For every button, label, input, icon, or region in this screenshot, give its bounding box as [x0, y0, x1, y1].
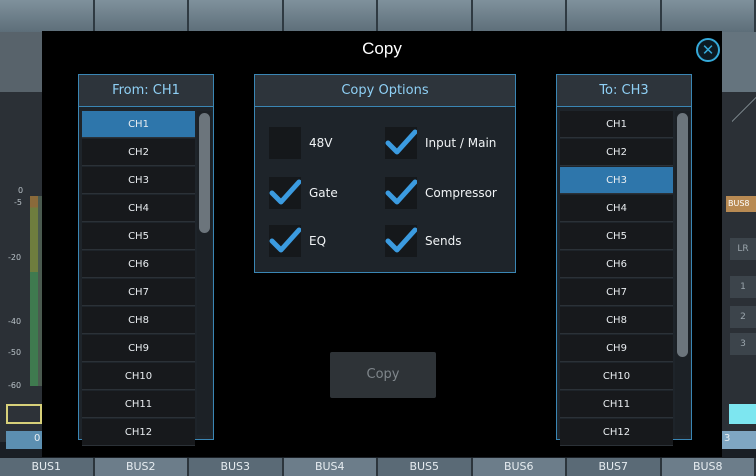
from-list-scrollbar[interactable] [197, 111, 212, 435]
from-channel-item[interactable]: CH1 [82, 111, 195, 138]
meter-scale-label: 0 [18, 186, 24, 195]
bus-tab[interactable]: BUS7 [567, 458, 662, 476]
from-channel-item[interactable]: CH10 [82, 363, 195, 390]
from-channel-item[interactable]: CH8 [82, 307, 195, 334]
bus-tab-bar: BUS1 BUS2 BUS3 BUS4 BUS5 BUS6 BUS7 BUS8 [0, 458, 756, 476]
option-label: EQ [309, 234, 327, 248]
background-channel-strip-header [0, 0, 756, 32]
checkbox-checked[interactable] [269, 177, 301, 209]
side-button-lr[interactable]: LR [730, 238, 756, 260]
option-gate[interactable]: Gate [269, 177, 338, 209]
from-channel-item[interactable]: CH7 [82, 279, 195, 306]
background-fader-box[interactable] [6, 404, 42, 424]
from-channel-item[interactable]: CH12 [82, 419, 195, 446]
side-button-2[interactable]: 2 [730, 306, 756, 328]
option-label: Input / Main [425, 136, 497, 150]
side-button-1[interactable]: 1 [730, 276, 756, 298]
to-channel-item[interactable]: CH2 [560, 139, 673, 166]
background-right-readout: 3 [724, 433, 731, 444]
background-value-readout: 0 [34, 433, 41, 444]
checkmark-icon [385, 129, 417, 155]
from-channel-item[interactable]: CH6 [82, 251, 195, 278]
copy-dialog: Copy ✕ From: CH1 CH1 CH2 CH3 CH4 CH5 CH6… [42, 31, 722, 457]
to-channel-item[interactable]: CH6 [560, 251, 673, 278]
checkbox-checked[interactable] [269, 225, 301, 257]
from-channel-item[interactable]: CH2 [82, 139, 195, 166]
to-channel-item[interactable]: CH8 [560, 307, 673, 334]
copy-options-panel: Copy Options 48V Input / Main Gate Compr… [254, 74, 516, 273]
to-panel-header: To: CH3 [557, 75, 691, 107]
to-scroll-thumb[interactable] [677, 113, 688, 357]
option-compressor[interactable]: Compressor [385, 177, 497, 209]
option-input-main[interactable]: Input / Main [385, 127, 496, 159]
level-meter [30, 196, 38, 386]
bus-tab[interactable]: BUS2 [94, 458, 189, 476]
from-channel-item[interactable]: CH9 [82, 335, 195, 362]
bus-tab[interactable]: BUS3 [189, 458, 284, 476]
checkmark-icon [269, 179, 301, 205]
from-channel-list: CH1 CH2 CH3 CH4 CH5 CH6 CH7 CH8 CH9 CH10… [82, 111, 195, 447]
dialog-title: Copy [362, 39, 402, 58]
option-label: Gate [309, 186, 338, 200]
options-panel-header: Copy Options [255, 75, 515, 107]
checkmark-icon [385, 227, 417, 253]
option-label: Compressor [425, 186, 497, 200]
bus8-tag: BUS8 [726, 196, 756, 212]
option-label: Sends [425, 234, 462, 248]
checkbox-checked[interactable] [385, 127, 417, 159]
from-panel-header: From: CH1 [79, 75, 213, 107]
to-channel-item[interactable]: CH1 [560, 111, 673, 138]
copy-button[interactable]: Copy [330, 352, 436, 398]
checkbox-checked[interactable] [385, 177, 417, 209]
meter-scale-label: -50 [8, 348, 22, 357]
to-channel-item[interactable]: CH4 [560, 195, 673, 222]
close-icon: ✕ [701, 41, 715, 59]
checkmark-icon [385, 179, 417, 205]
bus-tab[interactable]: BUS5 [378, 458, 473, 476]
checkbox-unchecked[interactable] [269, 127, 301, 159]
option-sends[interactable]: Sends [385, 225, 461, 257]
to-channel-item[interactable]: CH11 [560, 391, 673, 418]
meter-scale-label: -20 [8, 253, 22, 262]
to-channel-list: CH1 CH2 CH3 CH4 CH5 CH6 CH7 CH8 CH9 CH10… [560, 111, 673, 447]
close-button[interactable]: ✕ [696, 38, 720, 62]
to-channel-item[interactable]: CH9 [560, 335, 673, 362]
checkbox-checked[interactable] [385, 225, 417, 257]
bus-tab[interactable]: BUS8 [661, 458, 756, 476]
from-scroll-thumb[interactable] [199, 113, 210, 233]
background-left-eq-thumbnail [0, 32, 42, 92]
to-channel-item[interactable]: CH12 [560, 419, 673, 446]
option-eq[interactable]: EQ [269, 225, 326, 257]
meter-scale-label: -60 [8, 381, 22, 390]
to-channel-item[interactable]: CH5 [560, 223, 673, 250]
meter-scale-label: -40 [8, 317, 22, 326]
bus-tab[interactable]: BUS6 [472, 458, 567, 476]
to-channel-panel: To: CH3 CH1 CH2 CH3 CH4 CH5 CH6 CH7 CH8 … [556, 74, 692, 446]
mixer-screen: 0 -5 -20 -40 -50 -60 0 BUS8 LR 1 2 3 3 B… [0, 0, 756, 476]
checkmark-icon [269, 227, 301, 253]
from-channel-panel: From: CH1 CH1 CH2 CH3 CH4 CH5 CH6 CH7 CH… [78, 74, 214, 446]
meter-scale-label: -5 [14, 198, 22, 207]
side-button-3[interactable]: 3 [730, 333, 756, 355]
from-channel-item[interactable]: CH5 [82, 223, 195, 250]
to-channel-item[interactable]: CH10 [560, 363, 673, 390]
from-channel-item[interactable]: CH3 [82, 167, 195, 194]
option-label: 48V [309, 136, 333, 150]
from-channel-item[interactable]: CH4 [82, 195, 195, 222]
background-fader-indicator [722, 404, 756, 424]
to-channel-item[interactable]: CH7 [560, 279, 673, 306]
to-list-scrollbar[interactable] [675, 111, 690, 435]
from-channel-item[interactable]: CH11 [82, 391, 195, 418]
option-48v[interactable]: 48V [269, 127, 332, 159]
bus-tab[interactable]: BUS4 [283, 458, 378, 476]
to-channel-item[interactable]: CH3 [560, 167, 673, 194]
bus-tab[interactable]: BUS1 [0, 458, 95, 476]
